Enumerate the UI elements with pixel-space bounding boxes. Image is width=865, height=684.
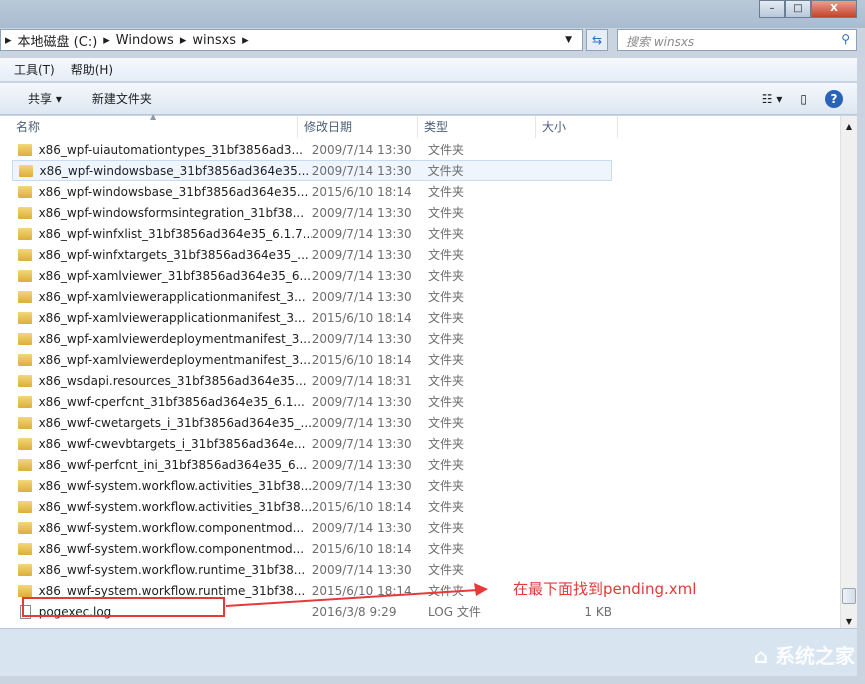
arrow-annotation <box>0 0 865 684</box>
annotation-text: 在最下面找到pending.xml <box>513 578 696 599</box>
watermark-logo: ⌂ 系统之家 <box>754 640 855 669</box>
